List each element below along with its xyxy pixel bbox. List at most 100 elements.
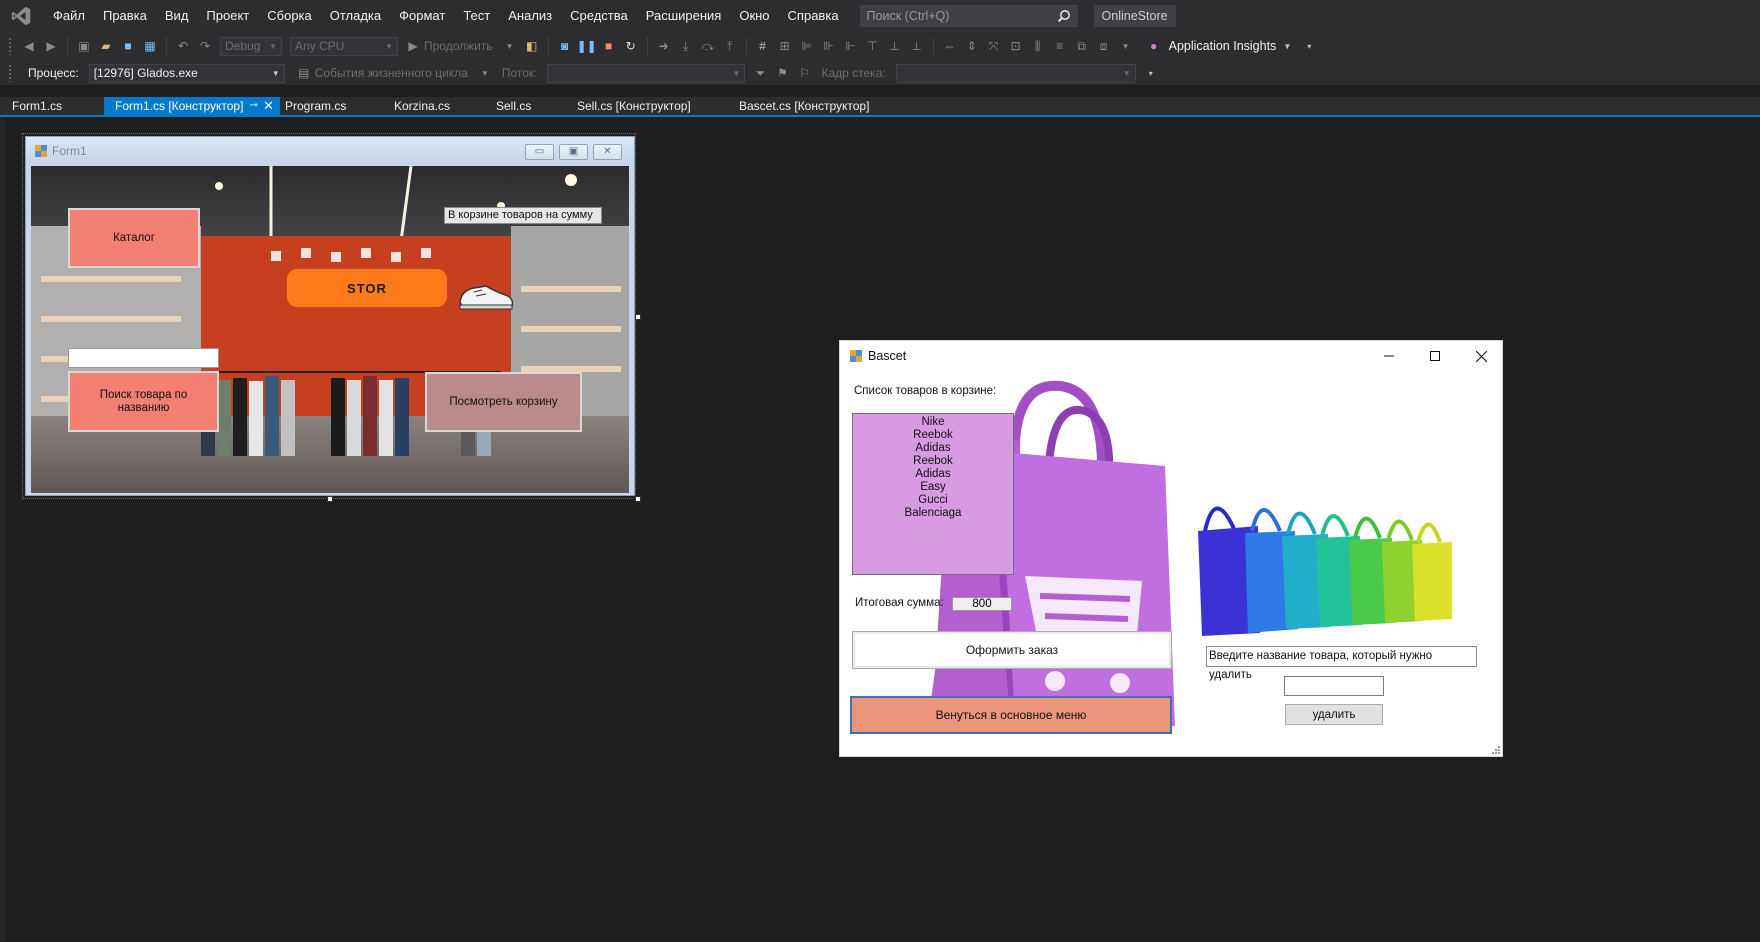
continue-button[interactable]: Продолжить <box>424 39 493 53</box>
process-select[interactable]: [12976] Glados.exe ▼ <box>88 63 285 83</box>
open-file-icon[interactable]: ▰ <box>97 37 115 55</box>
make-same-width-icon[interactable]: ⇔ <box>941 37 959 55</box>
product-search-input[interactable] <box>68 348 219 368</box>
menu-item-format[interactable]: Формат <box>390 0 454 31</box>
configuration-select[interactable]: Debug ▼ <box>220 36 282 56</box>
align-bottoms-icon[interactable]: ⊥ <box>908 37 926 55</box>
size-to-grid-icon[interactable]: ⊡ <box>1007 37 1025 55</box>
back-to-main-menu-button[interactable]: Венуться в основное меню <box>850 696 1172 734</box>
list-item[interactable]: Adidas <box>853 468 1013 481</box>
save-icon[interactable]: ■ <box>119 37 137 55</box>
list-item[interactable]: Gucci <box>853 494 1013 507</box>
hex-display-icon[interactable]: # <box>754 37 772 55</box>
search-input[interactable]: Поиск (Ctrl+Q) <box>859 4 1078 27</box>
list-item[interactable]: Balenciaga <box>853 507 1013 520</box>
flag-threads-icon[interactable]: ⚑ <box>773 64 791 82</box>
chevron-down-icon[interactable]: ▼ <box>1278 37 1296 55</box>
undo-icon[interactable]: ↶ <box>174 37 192 55</box>
maximize-icon[interactable] <box>1412 341 1458 371</box>
menu-item-help[interactable]: Справка <box>779 0 848 31</box>
toolbar-grip[interactable] <box>8 37 12 55</box>
align-to-grid-icon[interactable]: ⊞ <box>776 37 794 55</box>
menu-item-edit[interactable]: Правка <box>94 0 156 31</box>
cart-items-listbox[interactable]: Nike Reebok Adidas Reebok Adidas Easy Gu… <box>852 413 1014 575</box>
list-item[interactable]: Reebok <box>853 455 1013 468</box>
close-icon[interactable] <box>1458 341 1504 371</box>
menu-item-debug[interactable]: Отладка <box>321 0 390 31</box>
checkout-button[interactable]: Оформить заказ <box>852 631 1172 669</box>
maximize-icon[interactable]: ▣ <box>559 144 588 160</box>
screenshot-icon[interactable]: ◙ <box>556 37 574 55</box>
restart-icon[interactable]: ↻ <box>622 37 640 55</box>
align-rights-icon[interactable]: ⊩ <box>842 37 860 55</box>
thread-select[interactable]: ▼ <box>547 63 746 83</box>
list-item[interactable]: Adidas <box>853 442 1013 455</box>
bring-to-front-icon[interactable]: ⧈ <box>1095 37 1113 55</box>
close-icon[interactable]: ✕ <box>593 144 622 160</box>
delete-button[interactable]: удалить <box>1285 704 1383 725</box>
step-into-icon[interactable]: ⤓ <box>677 37 695 55</box>
minimize-icon[interactable] <box>1366 341 1412 371</box>
chevron-down-icon[interactable]: ▼ <box>476 64 494 82</box>
bascet-title-bar[interactable]: Bascet <box>840 341 1502 371</box>
bascet-window[interactable]: Bascet Список товаров в корзине: Nike Re… <box>839 340 1503 757</box>
vertical-spacing-icon[interactable]: ≡ <box>1051 37 1069 55</box>
show-flagged-threads-icon[interactable]: ⚐ <box>795 64 813 82</box>
toolbar-overflow-icon[interactable]: ▾ <box>1300 37 1318 55</box>
redo-icon[interactable]: ↷ <box>196 37 214 55</box>
process-explorer-icon[interactable]: ◧ <box>523 37 541 55</box>
menu-item-project[interactable]: Проект <box>197 0 258 31</box>
tab-sell-designer[interactable]: Sell.cs [Конструктор] <box>565 97 735 115</box>
align-centers-icon[interactable]: ⊪ <box>820 37 838 55</box>
form1-title-bar[interactable]: Form1 ▭ ▣ ✕ <box>26 137 634 165</box>
menu-item-window[interactable]: Окно <box>730 0 778 31</box>
step-out-icon[interactable]: ⤒ <box>721 37 739 55</box>
lightbulb-icon[interactable]: ● <box>1145 37 1163 55</box>
menu-item-tools[interactable]: Средства <box>561 0 637 31</box>
align-lefts-icon[interactable]: ⊫ <box>798 37 816 55</box>
catalog-button[interactable]: Каталог <box>68 208 200 268</box>
pin-icon[interactable]: ⊸ <box>250 97 258 115</box>
menu-item-build[interactable]: Сборка <box>258 0 321 31</box>
tab-sell-cs[interactable]: Sell.cs <box>484 97 564 115</box>
chevron-down-icon[interactable]: ▼ <box>501 37 519 55</box>
resize-grip-icon[interactable] <box>1490 744 1500 754</box>
minimize-icon[interactable]: ▭ <box>525 144 554 160</box>
menu-item-analyze[interactable]: Анализ <box>499 0 561 31</box>
list-item[interactable]: Easy <box>853 481 1013 494</box>
tab-program-cs[interactable]: Program.cs <box>273 97 373 115</box>
navigate-forward-icon[interactable]: ▶ <box>42 37 60 55</box>
search-by-name-button[interactable]: Поиск товара по названию <box>68 371 219 432</box>
form1-designer-window[interactable]: Form1 ▭ ▣ ✕ Каталог В корзине товаров на… <box>25 136 641 502</box>
tab-korzina-cs[interactable]: Korzina.cs <box>382 97 478 115</box>
lifecycle-events-button[interactable]: События жизненного цикла <box>315 66 468 80</box>
lifecycle-events-icon[interactable]: ▤ <box>295 64 313 82</box>
horizontal-spacing-icon[interactable]: ⫼ <box>1029 37 1047 55</box>
stack-frame-select[interactable]: ▼ <box>895 63 1136 83</box>
tab-form1-designer[interactable]: Form1.cs [Конструктор] ⊸ ✕ <box>104 97 280 115</box>
menu-item-extensions[interactable]: Расширения <box>637 0 731 31</box>
menu-item-file[interactable]: Файл <box>44 0 94 31</box>
tab-form1-cs[interactable]: Form1.cs <box>0 97 96 115</box>
resize-handle-corner[interactable] <box>635 496 641 502</box>
resize-handle-bottom[interactable] <box>327 496 333 502</box>
navigate-back-icon[interactable]: ◀ <box>20 37 38 55</box>
resize-handle-right[interactable] <box>635 314 641 320</box>
step-over-icon[interactable]: ⤼ <box>699 37 717 55</box>
menu-item-view[interactable]: Вид <box>156 0 198 31</box>
make-same-size-icon[interactable]: ⤧ <box>985 37 1003 55</box>
toolbar-overflow-icon[interactable]: ▾ <box>1142 64 1160 82</box>
toolbar-grip[interactable] <box>8 64 12 82</box>
view-cart-button[interactable]: Посмотреть корзину <box>425 372 582 432</box>
align-middles-icon[interactable]: ⊥ <box>886 37 904 55</box>
save-all-icon[interactable]: ▦ <box>141 37 159 55</box>
platform-select[interactable]: Any CPU ▼ <box>290 36 398 56</box>
make-same-height-icon[interactable]: ⇕ <box>963 37 981 55</box>
chevron-down-icon[interactable]: ▼ <box>1117 37 1135 55</box>
align-tops-icon[interactable]: ⊤ <box>864 37 882 55</box>
delete-item-input[interactable] <box>1284 676 1384 696</box>
center-horizontally-icon[interactable]: ⧉ <box>1073 37 1091 55</box>
tab-bascet-designer[interactable]: Bascet.cs [Конструктор] <box>727 97 903 115</box>
stop-icon[interactable]: ■ <box>600 37 618 55</box>
show-next-statement-icon[interactable]: ➜ <box>655 37 673 55</box>
